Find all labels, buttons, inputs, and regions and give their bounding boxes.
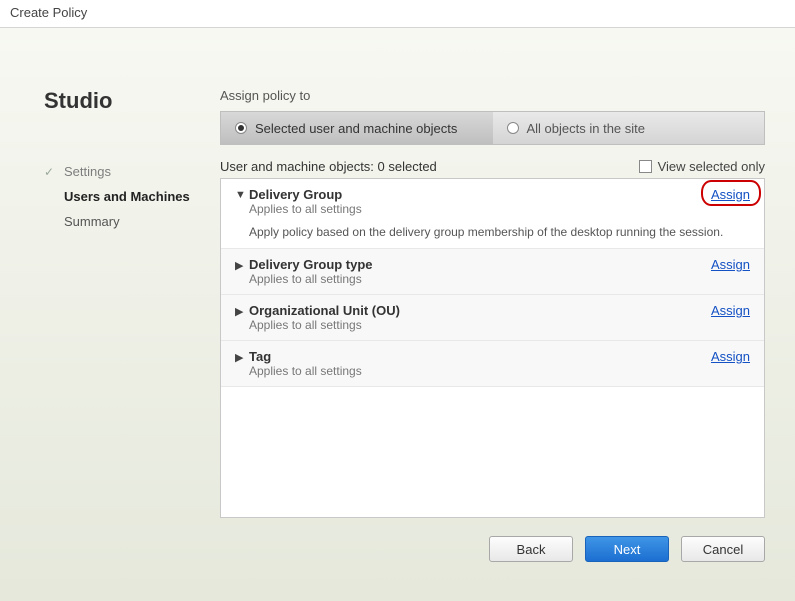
- wizard-content: Assign policy to Selected user and machi…: [210, 58, 765, 581]
- scope-selected-objects[interactable]: Selected user and machine objects: [221, 112, 493, 144]
- chevron-right-icon[interactable]: ▶: [235, 259, 249, 272]
- assign-link[interactable]: Assign: [711, 303, 750, 318]
- object-subtitle: Applies to all settings: [249, 272, 711, 286]
- object-subtitle: Applies to all settings: [249, 318, 711, 332]
- view-selected-only-label: View selected only: [658, 159, 765, 174]
- object-title: Tag: [249, 349, 711, 364]
- scope-label: Selected user and machine objects: [255, 121, 457, 136]
- object-list: ▼ Delivery Group Applies to all settings…: [220, 178, 765, 518]
- step-settings[interactable]: ✓ Settings: [44, 164, 210, 179]
- assign-link[interactable]: Assign: [711, 257, 750, 272]
- object-title: Organizational Unit (OU): [249, 303, 711, 318]
- brand-title: Studio: [44, 88, 210, 114]
- object-tag: ▶ Tag Applies to all settings Assign: [221, 341, 764, 387]
- wizard-sidebar: Studio ✓ Settings Users and Machines Sum…: [30, 58, 210, 581]
- wizard-buttons: Back Next Cancel: [220, 536, 765, 562]
- scope-all-objects[interactable]: All objects in the site: [493, 112, 765, 144]
- step-users-machines[interactable]: Users and Machines: [44, 189, 210, 204]
- scope-selector: Selected user and machine objects All ob…: [220, 111, 765, 145]
- step-label: Summary: [64, 214, 120, 229]
- wizard-body: Studio ✓ Settings Users and Machines Sum…: [0, 28, 795, 601]
- chevron-down-icon[interactable]: ▼: [235, 189, 249, 201]
- chevron-right-icon[interactable]: ▶: [235, 305, 249, 318]
- chevron-right-icon[interactable]: ▶: [235, 351, 249, 364]
- view-selected-only[interactable]: View selected only: [639, 159, 765, 174]
- object-title: Delivery Group: [249, 187, 711, 202]
- next-button[interactable]: Next: [585, 536, 669, 562]
- radio-icon: [507, 122, 519, 134]
- object-description: Apply policy based on the delivery group…: [249, 224, 750, 240]
- list-header-row: User and machine objects: 0 selected Vie…: [220, 159, 765, 174]
- back-button[interactable]: Back: [489, 536, 573, 562]
- list-header-text: User and machine objects: 0 selected: [220, 159, 437, 174]
- assign-link[interactable]: Assign: [711, 349, 750, 364]
- object-title: Delivery Group type: [249, 257, 711, 272]
- radio-icon: [235, 122, 247, 134]
- scope-label: All objects in the site: [527, 121, 646, 136]
- section-label: Assign policy to: [220, 88, 765, 103]
- step-label: Users and Machines: [64, 189, 190, 204]
- window-title: Create Policy: [0, 0, 795, 28]
- object-delivery-group-type: ▶ Delivery Group type Applies to all set…: [221, 249, 764, 295]
- assign-link[interactable]: Assign: [711, 187, 750, 202]
- check-icon: ✓: [44, 165, 58, 179]
- cancel-button[interactable]: Cancel: [681, 536, 765, 562]
- object-subtitle: Applies to all settings: [249, 364, 711, 378]
- step-summary[interactable]: Summary: [44, 214, 210, 229]
- object-subtitle: Applies to all settings: [249, 202, 711, 216]
- step-label: Settings: [64, 164, 111, 179]
- object-delivery-group: ▼ Delivery Group Applies to all settings…: [221, 179, 764, 249]
- object-organizational-unit: ▶ Organizational Unit (OU) Applies to al…: [221, 295, 764, 341]
- checkbox-icon: [639, 160, 652, 173]
